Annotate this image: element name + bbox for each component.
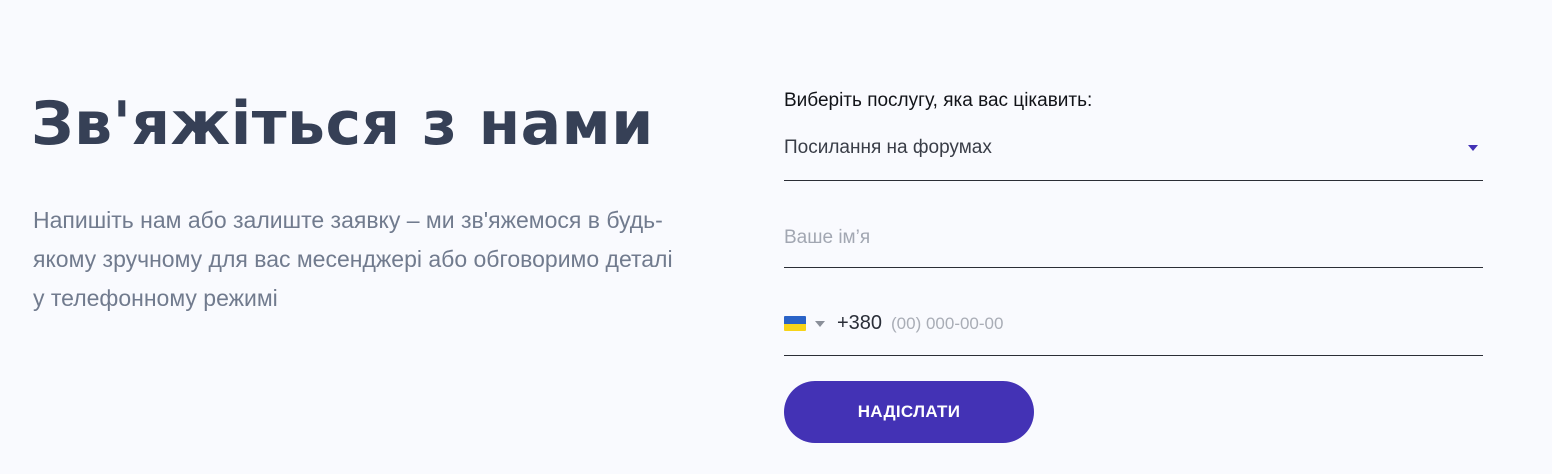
phone-input[interactable] — [891, 311, 1451, 337]
chevron-down-icon — [815, 321, 825, 327]
phone-field: +380 — [784, 302, 1483, 356]
name-field — [784, 216, 1483, 268]
page-title: Зв'яжіться з нами — [31, 89, 654, 159]
country-code-picker[interactable] — [784, 316, 828, 332]
name-input[interactable] — [784, 216, 1483, 260]
ukraine-flag-icon — [784, 316, 806, 331]
service-select-value: Посилання на форумах — [784, 137, 992, 158]
contact-description: Напишіть нам або залиште заявку – ми зв'… — [33, 207, 673, 311]
dial-code: +380 — [837, 312, 883, 334]
service-select-label: Виберіть послугу, яка вас цікавить: — [784, 90, 1093, 111]
service-select[interactable]: Посилання на форумах — [784, 127, 1483, 181]
chevron-down-icon[interactable] — [1468, 145, 1478, 151]
submit-button[interactable]: НАДІСЛАТИ — [784, 381, 1034, 443]
